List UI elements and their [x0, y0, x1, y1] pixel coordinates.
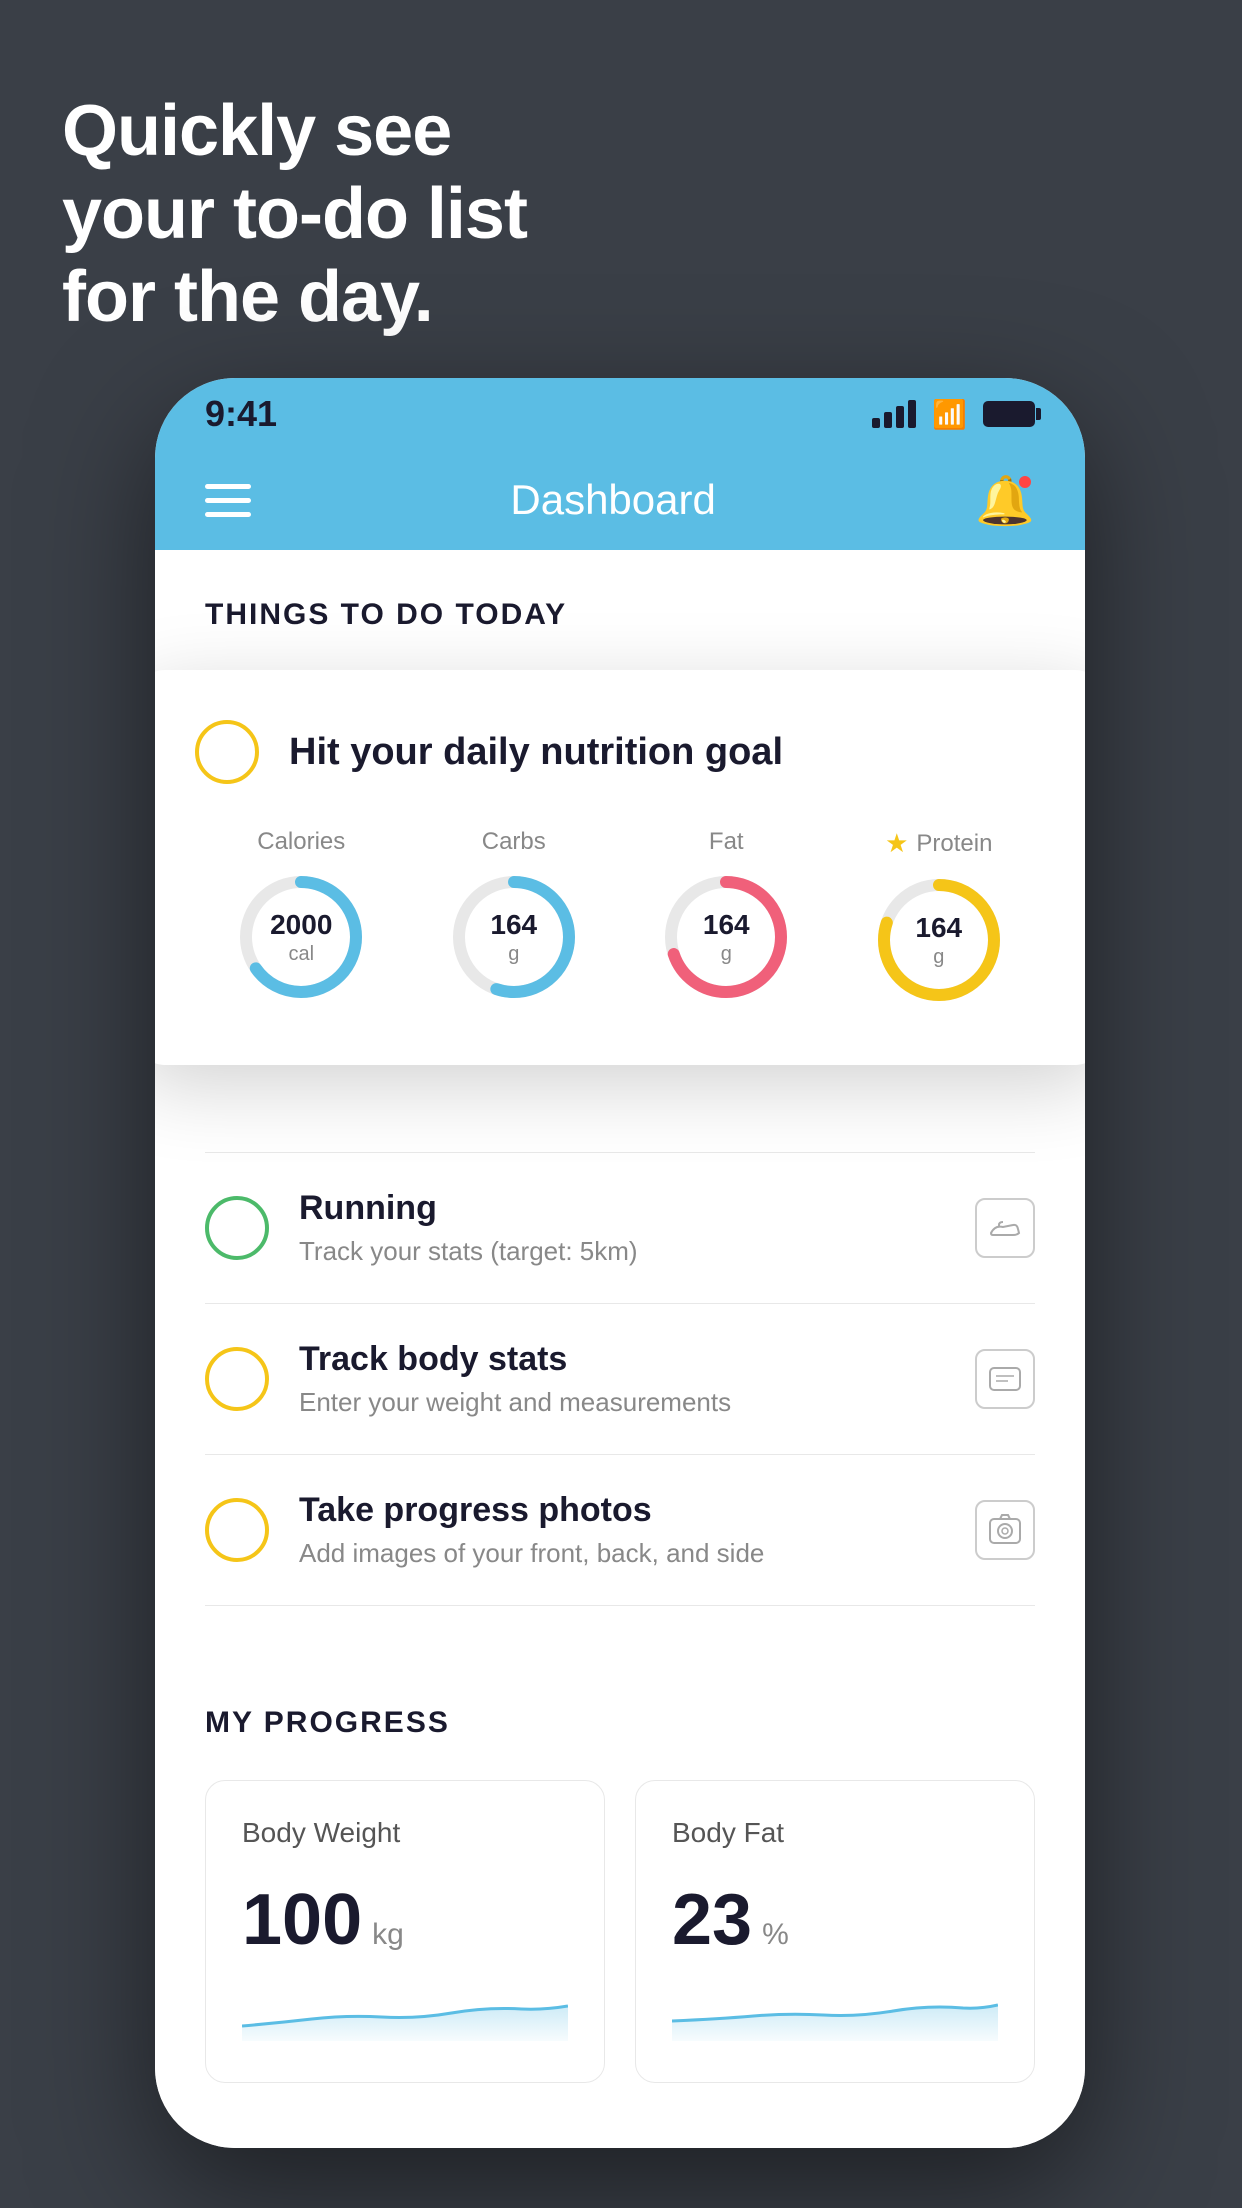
calories-unit: cal — [288, 943, 314, 965]
body-weight-value: 100 — [242, 1879, 362, 1961]
body-fat-value-row: 23 % — [672, 1879, 998, 1961]
protein-label: Protein — [916, 830, 992, 858]
fat-item: Fat 164 g — [661, 828, 791, 1002]
photos-subtitle: Add images of your front, back, and side — [299, 1538, 945, 1569]
phone-mockup: 9:41 📶 Dashboard 🔔 THINGS TO DO TODAY — [155, 378, 1085, 2148]
nutrition-todo-item: Hit your daily nutrition goal — [195, 720, 1045, 784]
protein-ring: 164 g — [874, 875, 1004, 1005]
photos-info: Take progress photos Add images of your … — [299, 1491, 945, 1569]
fat-label: Fat — [709, 828, 744, 856]
bell-button[interactable]: 🔔 — [975, 472, 1035, 529]
fat-ring: 164 g — [661, 872, 791, 1002]
calories-label: Calories — [257, 828, 345, 856]
headline-line1: Quickly see — [62, 91, 451, 171]
body-weight-chart — [242, 1981, 568, 2041]
protein-value-group: 164 g — [915, 911, 962, 969]
body-fat-value: 23 — [672, 1879, 752, 1961]
calories-value-group: 2000 cal — [270, 908, 332, 966]
nutrition-row: Calories 2000 cal Carbs — [195, 828, 1045, 1005]
carbs-value: 164 — [490, 908, 537, 942]
protein-item: ★ Protein 164 g — [874, 828, 1004, 1005]
calories-item: Calories 2000 cal — [236, 828, 366, 1002]
running-title: Running — [299, 1189, 945, 1228]
carbs-label: Carbs — [482, 828, 546, 856]
calories-ring: 2000 cal — [236, 872, 366, 1002]
carbs-unit: g — [508, 943, 519, 965]
body-weight-card: Body Weight 100 kg — [205, 1780, 605, 2083]
status-bar: 9:41 📶 — [155, 378, 1085, 450]
body-fat-card: Body Fat 23 % — [635, 1780, 1035, 2083]
body-fat-card-title: Body Fat — [672, 1817, 998, 1849]
battery-icon — [983, 401, 1035, 427]
notification-dot — [1017, 474, 1033, 490]
body-weight-value-row: 100 kg — [242, 1879, 568, 1961]
body-fat-unit: % — [762, 1918, 789, 1952]
running-subtitle: Track your stats (target: 5km) — [299, 1236, 945, 1267]
main-content: THINGS TO DO TODAY Hit your daily nutrit… — [155, 550, 1085, 2148]
fat-value: 164 — [703, 908, 750, 942]
body-fat-chart — [672, 1981, 998, 2041]
nutrition-todo-label: Hit your daily nutrition goal — [289, 731, 783, 774]
running-info: Running Track your stats (target: 5km) — [299, 1189, 945, 1267]
todo-list: Running Track your stats (target: 5km) T… — [155, 1152, 1085, 1606]
nutrition-card: Hit your daily nutrition goal Calories 2… — [155, 670, 1085, 1065]
app-header: Dashboard 🔔 — [155, 450, 1085, 550]
body-weight-card-title: Body Weight — [242, 1817, 568, 1849]
progress-grid: Body Weight 100 kg — [205, 1780, 1035, 2083]
progress-section-title: MY PROGRESS — [205, 1706, 1035, 1750]
signal-bars-icon — [872, 400, 916, 428]
status-icons: 📶 — [872, 398, 1035, 431]
hamburger-button[interactable] — [205, 484, 251, 517]
things-to-do-title: THINGS TO DO TODAY — [155, 550, 1085, 662]
headline: Quickly see your to-do list for the day. — [62, 90, 527, 338]
shoe-icon — [975, 1198, 1035, 1258]
header-title: Dashboard — [510, 476, 715, 524]
carbs-ring: 164 g — [449, 872, 579, 1002]
protein-value: 164 — [915, 911, 962, 945]
todo-item-photos[interactable]: Take progress photos Add images of your … — [205, 1455, 1035, 1606]
todo-item-running[interactable]: Running Track your stats (target: 5km) — [205, 1152, 1035, 1304]
scale-icon — [975, 1349, 1035, 1409]
calories-value: 2000 — [270, 908, 332, 942]
body-stats-checkbox[interactable] — [205, 1347, 269, 1411]
body-weight-unit: kg — [372, 1918, 404, 1952]
body-stats-subtitle: Enter your weight and measurements — [299, 1387, 945, 1418]
headline-line2: your to-do list — [62, 174, 527, 254]
todo-item-body-stats[interactable]: Track body stats Enter your weight and m… — [205, 1304, 1035, 1455]
carbs-value-group: 164 g — [490, 908, 537, 966]
my-progress-section: MY PROGRESS Body Weight 100 kg — [155, 1646, 1085, 2133]
wifi-icon: 📶 — [932, 398, 967, 431]
running-checkbox[interactable] — [205, 1196, 269, 1260]
body-stats-title: Track body stats — [299, 1340, 945, 1379]
protein-label-group: ★ Protein — [885, 828, 992, 859]
star-icon: ★ — [885, 828, 908, 859]
status-time: 9:41 — [205, 393, 277, 435]
body-stats-info: Track body stats Enter your weight and m… — [299, 1340, 945, 1418]
photo-icon — [975, 1500, 1035, 1560]
fat-unit: g — [721, 943, 732, 965]
photos-title: Take progress photos — [299, 1491, 945, 1530]
headline-line3: for the day. — [62, 257, 433, 337]
carbs-item: Carbs 164 g — [449, 828, 579, 1002]
fat-value-group: 164 g — [703, 908, 750, 966]
photos-checkbox[interactable] — [205, 1498, 269, 1562]
nutrition-todo-checkbox[interactable] — [195, 720, 259, 784]
protein-unit: g — [933, 946, 944, 968]
